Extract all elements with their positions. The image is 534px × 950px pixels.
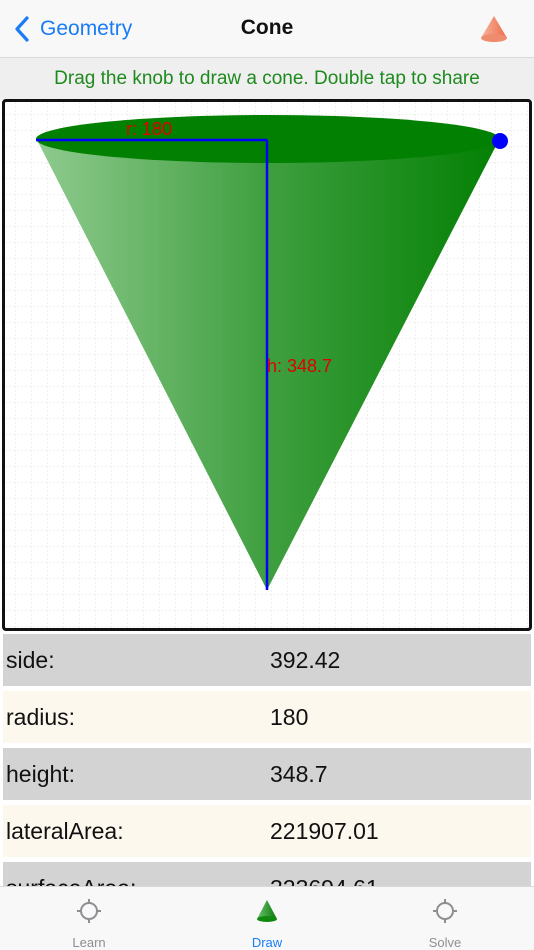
drawing-canvas[interactable]: r: 180 h: 348.7 bbox=[2, 99, 532, 631]
property-value: 323694.61 bbox=[270, 875, 379, 887]
property-name: radius: bbox=[6, 703, 76, 730]
tab-learn[interactable]: Learn bbox=[0, 887, 178, 950]
height-label: h: 348.7 bbox=[267, 356, 332, 376]
tab-bar: Learn Draw Solve bbox=[0, 886, 534, 950]
cone-icon bbox=[257, 900, 277, 922]
property-name: lateralArea: bbox=[6, 817, 124, 844]
navigation-bar: Geometry Cone bbox=[0, 0, 534, 58]
drag-knob[interactable] bbox=[492, 133, 508, 149]
crosshair-icon bbox=[433, 899, 457, 923]
property-value: 221907.01 bbox=[270, 817, 379, 844]
property-value: 180 bbox=[270, 703, 309, 730]
tab-label: Solve bbox=[428, 935, 462, 950]
tab-label: Learn bbox=[72, 935, 106, 950]
tab-draw[interactable]: Draw bbox=[178, 887, 356, 950]
property-value: 392.42 bbox=[270, 646, 341, 673]
tab-label: Draw bbox=[251, 935, 283, 950]
page-title: Cone bbox=[240, 16, 294, 39]
property-row-side: side: 392.42 bbox=[3, 634, 531, 686]
property-row-radius: radius: 180 bbox=[3, 691, 531, 743]
tab-solve[interactable]: Solve bbox=[356, 887, 534, 950]
property-row-lateral-area: lateralArea: 221907.01 bbox=[3, 805, 531, 857]
cone-icon[interactable] bbox=[478, 14, 510, 44]
property-name: side: bbox=[6, 646, 55, 673]
crosshair-icon bbox=[77, 899, 101, 923]
property-row-height: height: 348.7 bbox=[3, 748, 531, 800]
property-row-surface-area: surfaceArea: 323694.61 bbox=[3, 862, 531, 886]
radius-label: r: 180 bbox=[126, 119, 172, 139]
property-value: 348.7 bbox=[270, 760, 328, 787]
property-name: surfaceArea: bbox=[6, 875, 136, 887]
cone-drawing: r: 180 h: 348.7 bbox=[5, 102, 529, 628]
property-table: side: 392.42 radius: 180 height: 348.7 l… bbox=[3, 634, 531, 886]
property-name: height: bbox=[6, 760, 76, 787]
instruction-hint: Drag the knob to draw a cone. Double tap… bbox=[0, 58, 534, 100]
